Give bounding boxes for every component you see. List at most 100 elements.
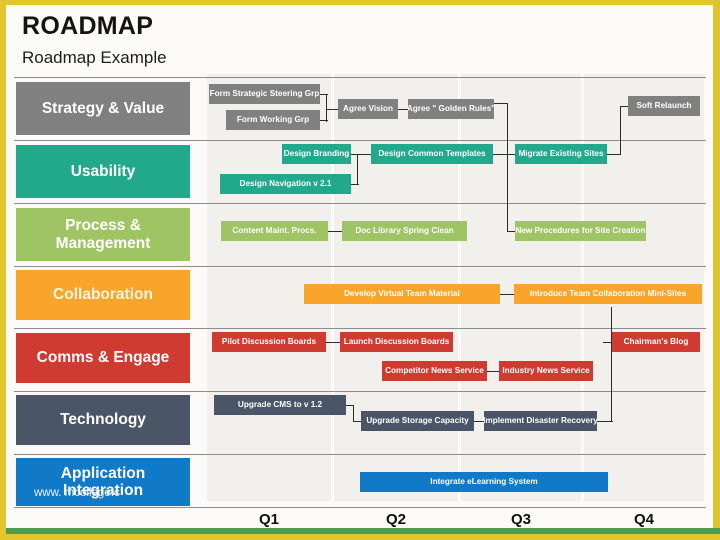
- task-upgrade-cms-to-v12[interactable]: Upgrade CMS to v 1.2: [214, 395, 346, 415]
- quarter-label-q1-text: Q1: [258, 511, 279, 528]
- connector-bracket-to-agree-vision: [326, 109, 338, 111]
- task-label: Chairman's Blog: [623, 336, 689, 346]
- task-soft-relaunch[interactable]: Soft Relaunch: [628, 96, 700, 116]
- connector-riser-to-soft-relaunch: [620, 106, 622, 155]
- frame-bottom-yellow-bar: [0, 534, 720, 540]
- task-label: Form Working Grp: [236, 114, 310, 124]
- task-label: Develop Virtual Team Material: [344, 288, 460, 298]
- lane-divider-strategy: [14, 77, 706, 78]
- task-label: Upgrade CMS to v 1.2: [237, 399, 323, 409]
- task-label: Agree Vision: [343, 103, 393, 113]
- connector-develop-to-introduce: [500, 294, 514, 296]
- roadmap-slide: ROADMAP Roadmap Example Strategy & Value…: [0, 0, 720, 540]
- task-develop-virtual-team-material[interactable]: Develop Virtual Team Material: [304, 284, 500, 304]
- lane-divider-application: [14, 454, 706, 455]
- task-form-strategic-steering-grp[interactable]: Form Strategic Steering Grp: [209, 84, 320, 104]
- lane-divider-comms: [14, 328, 706, 329]
- lane-label-usability-text: Usability: [70, 162, 136, 180]
- task-implement-disaster-recovery[interactable]: Implement Disaster Recovery: [484, 411, 597, 431]
- lane-divider-technology: [14, 391, 706, 392]
- lane-divider-collaboration: [14, 266, 706, 267]
- connector-navigation-to-bracket: [351, 184, 359, 186]
- lane-label-process-text: Process & Management: [55, 217, 151, 252]
- connector-pilot-to-launch: [326, 342, 340, 344]
- lane-label-comms[interactable]: Comms & Engage: [16, 333, 190, 383]
- page-subtitle: Roadmap Example: [22, 48, 167, 67]
- quarter-label-q3: Q3: [461, 511, 581, 528]
- task-new-procedures-for-site-creation[interactable]: New Procedures for Site Creation: [515, 221, 646, 241]
- lane-label-strategy-text: Strategy & Value: [41, 99, 165, 117]
- lane-divider-usability: [14, 140, 706, 141]
- task-industry-news-service[interactable]: Industry News Service: [499, 361, 593, 381]
- frame-left-border: [0, 0, 6, 540]
- lane-label-process[interactable]: Process & Management: [16, 208, 190, 261]
- task-label: Introduce Team Collaboration Mini-Sites: [529, 288, 687, 298]
- task-content-maint-procs[interactable]: Content Maint. Procs.: [221, 221, 328, 241]
- connector-content-to-doc-library: [328, 231, 342, 233]
- lane-label-comms-text: Comms & Engage: [36, 349, 170, 367]
- quarter-label-q4-text: Q4: [633, 511, 654, 528]
- task-label: Pilot Discussion Boards: [221, 336, 317, 346]
- connector-golden-rules-down: [507, 103, 509, 231]
- connector-riser-into-soft-relaunch: [620, 106, 628, 108]
- connector-working-to-bracket: [320, 120, 328, 122]
- task-form-working-grp[interactable]: Form Working Grp: [226, 110, 320, 130]
- task-label: Doc Library Spring Clean: [355, 225, 454, 235]
- connector-storage-to-disaster: [474, 421, 484, 423]
- task-label: New Procedures for Site Creation: [515, 225, 646, 235]
- task-design-navigation-v21[interactable]: Design Navigation v 2.1: [220, 174, 351, 194]
- lane-label-technology-text: Technology: [60, 411, 146, 429]
- task-migrate-existing-sites[interactable]: Migrate Existing Sites: [515, 144, 607, 164]
- task-introduce-team-collaboration-mini-sites[interactable]: Introduce Team Collaboration Mini-Sites: [514, 284, 702, 304]
- connector-competitor-to-industry: [487, 371, 499, 373]
- task-upgrade-storage-capacity[interactable]: Upgrade Storage Capacity: [361, 411, 474, 431]
- task-doc-library-spring-clean[interactable]: Doc Library Spring Clean: [342, 221, 467, 241]
- task-label: Competitor News Service: [385, 365, 484, 375]
- connector-golden-rules-exit: [493, 103, 508, 105]
- frame-right-border: [713, 0, 720, 540]
- connector-down-to-new-procedures: [507, 231, 515, 233]
- quarter-label-q3-text: Q3: [510, 511, 531, 528]
- connector-usability-bracket-vertical: [357, 154, 359, 184]
- task-label: Industry News Service: [502, 365, 590, 375]
- lane-label-application[interactable]: Application Integration: [16, 458, 190, 506]
- task-label: Launch Discussion Boards: [343, 336, 450, 346]
- connector-migrate-to-riser: [607, 154, 621, 156]
- connector-templates-to-migrate: [493, 154, 515, 156]
- connector-steering-to-bracket: [320, 94, 328, 96]
- task-agree-vision[interactable]: Agree Vision: [338, 99, 398, 119]
- task-label: Form Strategic Steering Grp: [209, 88, 320, 98]
- task-label: Soft Relaunch: [636, 100, 692, 110]
- quarter-label-q2-text: Q2: [385, 511, 406, 528]
- task-integrate-elearning-system[interactable]: Integrate eLearning System: [360, 472, 608, 492]
- connector-strategy-bracket-vertical: [326, 94, 328, 122]
- task-agree-golden-rules[interactable]: Agree " Golden Rules": [408, 99, 494, 119]
- task-pilot-discussion-boards[interactable]: Pilot Discussion Boards: [212, 332, 326, 352]
- task-label: Integrate eLearning System: [430, 476, 538, 486]
- task-design-branding[interactable]: Design Branding: [282, 144, 351, 164]
- task-label: Design Navigation v 2.1: [239, 178, 332, 188]
- task-label: Upgrade Storage Capacity: [366, 415, 469, 425]
- lane-label-collaboration[interactable]: Collaboration: [16, 270, 190, 320]
- connector-bracket-to-common-templates: [357, 154, 371, 156]
- task-label: Content Maint. Procs.: [232, 225, 317, 235]
- connector-technology-bracket-vertical: [353, 405, 355, 421]
- task-label: Implement Disaster Recovery: [484, 415, 597, 425]
- task-label: Design Branding: [283, 148, 350, 158]
- lane-divider-bottom: [14, 507, 706, 508]
- task-chairmans-blog[interactable]: Chairman's Blog: [612, 332, 700, 352]
- task-launch-discussion-boards[interactable]: Launch Discussion Boards: [340, 332, 453, 352]
- frame-top-border: [0, 0, 720, 5]
- task-label: Design Common Templates: [378, 148, 486, 158]
- lane-label-usability[interactable]: Usability: [16, 145, 190, 198]
- quarter-label-q2: Q2: [334, 511, 458, 528]
- lane-label-collaboration-text: Collaboration: [53, 286, 153, 304]
- lane-label-strategy[interactable]: Strategy & Value: [16, 82, 190, 135]
- task-competitor-news-service[interactable]: Competitor News Service: [382, 361, 487, 381]
- connector-agree-vision-to-golden-rules: [398, 109, 408, 111]
- lane-label-technology[interactable]: Technology: [16, 395, 190, 445]
- lane-divider-process: [14, 203, 706, 204]
- quarter-label-q1: Q1: [207, 511, 331, 528]
- task-design-common-templates[interactable]: Design Common Templates: [371, 144, 493, 164]
- connector-introduce-down: [611, 307, 613, 421]
